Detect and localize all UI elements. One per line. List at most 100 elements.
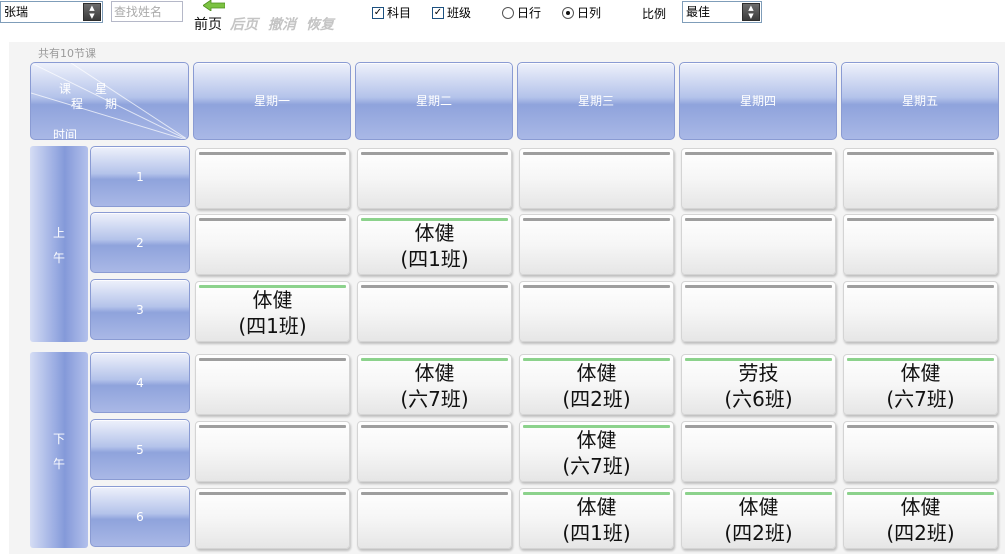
slot-class: (六7班) — [886, 387, 955, 411]
timetable-slot[interactable] — [681, 148, 836, 209]
timetable-slot[interactable] — [195, 214, 350, 275]
slot-top-bar — [361, 492, 508, 495]
timetable-slot[interactable] — [843, 281, 998, 342]
timetable-slot[interactable] — [195, 148, 350, 209]
period-number: 2 — [136, 236, 144, 250]
period-header-4[interactable]: 4 — [90, 352, 190, 413]
day-header-label: 星期一 — [253, 94, 290, 108]
period-header-6[interactable]: 6 — [90, 486, 190, 547]
timetable-slot[interactable] — [195, 488, 350, 549]
period-number: 5 — [136, 443, 144, 457]
lesson-count: 共有10节课 — [38, 47, 96, 60]
timetable-slot[interactable] — [357, 148, 512, 209]
redo-button[interactable]: 恢复 — [306, 14, 334, 34]
timetable-slot[interactable] — [357, 488, 512, 549]
timetable-slot[interactable]: 体健 (六7班) — [357, 354, 512, 415]
timetable-slot[interactable] — [519, 214, 674, 275]
timetable-slot[interactable]: 体健 (四2班) — [843, 488, 998, 549]
period-number: 1 — [136, 170, 144, 184]
undo-button[interactable]: 撤消 — [268, 14, 296, 34]
slot-top-bar — [685, 285, 832, 288]
timetable-slot[interactable]: 体健 (四1班) — [195, 281, 350, 342]
subject-checkbox[interactable]: ✓ 科目 — [372, 4, 411, 21]
period-header-5[interactable]: 5 — [90, 419, 190, 480]
timetable-slot[interactable] — [519, 148, 674, 209]
timetable-slot[interactable] — [681, 281, 836, 342]
slot-top-bar — [685, 152, 832, 155]
class-checkbox[interactable]: ✓ 班级 — [432, 4, 471, 21]
day-header-4[interactable]: 星期四 — [679, 62, 837, 140]
timetable-slot[interactable] — [843, 421, 998, 482]
day-header-3[interactable]: 星期三 — [517, 62, 675, 140]
slot-class: (四2班) — [724, 521, 793, 545]
timetable-slot[interactable] — [357, 421, 512, 482]
period-number: 3 — [136, 303, 144, 317]
slot-top-bar — [199, 285, 346, 288]
period-header-3[interactable]: 3 — [90, 279, 190, 340]
timetable-slot[interactable]: 体健 (六7班) — [519, 421, 674, 482]
day-header-label: 星期三 — [577, 94, 614, 108]
timetable-slot[interactable] — [843, 214, 998, 275]
corner-qi-label: 期 — [105, 97, 118, 111]
slot-top-bar — [523, 152, 670, 155]
slot-class: (四1班) — [238, 314, 307, 338]
ratio-label: 比例 — [642, 7, 667, 21]
day-header-1[interactable]: 星期一 — [193, 62, 351, 140]
slot-top-bar — [685, 218, 832, 221]
search-name-input[interactable] — [111, 1, 183, 22]
session-label-top: 下 — [52, 432, 65, 446]
day-row-radio-label: 日行 — [517, 6, 542, 20]
session-label-bottom: 午 — [52, 457, 65, 471]
afternoon-session-label: 下午 — [30, 352, 88, 548]
period-header-2[interactable]: 2 — [90, 212, 190, 273]
slot-subject: 体健 — [576, 428, 617, 452]
chevron-updown-icon: ▲ ▼ — [83, 3, 101, 21]
class-checkbox-label: 班级 — [447, 6, 472, 20]
subject-checkbox-label: 科目 — [387, 6, 412, 20]
timetable-slot[interactable] — [519, 281, 674, 342]
slot-top-bar — [361, 425, 508, 428]
session-label-top: 上 — [52, 226, 65, 240]
slot-subject: 体健 — [900, 495, 941, 519]
slot-top-bar — [847, 358, 994, 361]
day-header-5[interactable]: 星期五 — [841, 62, 999, 140]
timetable-slot[interactable]: 劳技 (六6班) — [681, 354, 836, 415]
timetable-slot[interactable]: 体健 (四1班) — [519, 488, 674, 549]
back-arrow-icon — [203, 0, 225, 11]
slot-top-bar — [685, 492, 832, 495]
timetable-slot[interactable]: 体健 (四2班) — [681, 488, 836, 549]
prev-page-button[interactable]: 前页 — [194, 14, 222, 34]
slot-top-bar — [361, 358, 508, 361]
slot-top-bar — [847, 218, 994, 221]
day-header-label: 星期五 — [901, 94, 938, 108]
timetable-slot[interactable] — [195, 354, 350, 415]
day-header-label: 星期二 — [415, 94, 452, 108]
corner-header-cell: 课 程 星 期 时间 — [30, 62, 189, 140]
day-column-radio[interactable]: 日列 — [562, 4, 601, 21]
teacher-select[interactable]: 张瑞 ▲ ▼ — [0, 1, 103, 23]
timetable-slot[interactable]: 体健 (六7班) — [843, 354, 998, 415]
slot-top-bar — [361, 152, 508, 155]
slot-top-bar — [523, 492, 670, 495]
corner-time-label: 时间 — [53, 128, 78, 140]
timetable-slot[interactable]: 体健 (四2班) — [519, 354, 674, 415]
slot-top-bar — [685, 425, 832, 428]
slot-top-bar — [847, 285, 994, 288]
timetable-slot[interactable] — [357, 281, 512, 342]
timetable-slot[interactable] — [195, 421, 350, 482]
timetable-slot[interactable] — [681, 214, 836, 275]
period-header-1[interactable]: 1 — [90, 146, 190, 207]
next-page-button[interactable]: 后页 — [230, 14, 258, 34]
timetable-slot[interactable] — [843, 148, 998, 209]
timetable-slot[interactable]: 体健 (四1班) — [357, 214, 512, 275]
radio-on-icon — [562, 6, 574, 19]
slot-class: (六7班) — [562, 454, 631, 478]
timetable-slot[interactable] — [681, 421, 836, 482]
session-label-bottom: 午 — [52, 251, 65, 265]
slot-class: (四1班) — [400, 247, 469, 271]
slot-top-bar — [523, 358, 670, 361]
day-header-2[interactable]: 星期二 — [355, 62, 513, 140]
slot-top-bar — [199, 218, 346, 221]
ratio-select[interactable]: 最佳 ▲ ▼ — [682, 1, 762, 23]
day-row-radio[interactable]: 日行 — [502, 4, 541, 21]
